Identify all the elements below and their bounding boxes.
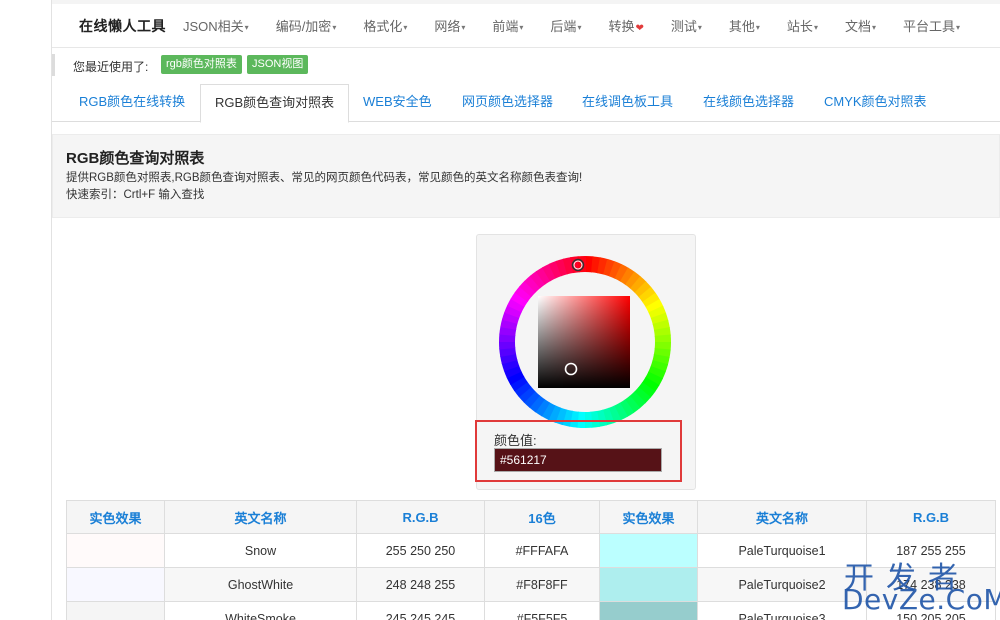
- color-name: Snow: [164, 533, 357, 568]
- caret-down-icon: ▾: [332, 23, 337, 32]
- nav-item-4[interactable]: 前端▾: [492, 16, 523, 35]
- table-header-row: 实色效果 英文名称 R.G.B 16色 实色效果 英文名称 R.G.B: [66, 500, 996, 534]
- caret-down-icon: ▾: [244, 23, 249, 32]
- tab-palette-tool[interactable]: 在线调色板工具: [568, 84, 687, 122]
- nav-item-label: 平台工具: [902, 19, 955, 34]
- watermark-en: DevZe.CoM: [842, 583, 1000, 616]
- nav-item-0[interactable]: JSON相关▾: [183, 16, 249, 35]
- tab-rgb-convert[interactable]: RGB颜色在线转换: [65, 84, 199, 122]
- caret-down-icon: ▾: [755, 23, 760, 32]
- page-description: 提供RGB颜色对照表,RGB颜色查询对照表、常见的网页颜色代码表，常见颜色的英文…: [66, 172, 583, 184]
- tab-web-color-picker[interactable]: 网页颜色选择器: [448, 84, 567, 122]
- color-name: WhiteSmoke: [164, 601, 357, 620]
- nav-item-10[interactable]: 文档▾: [845, 16, 876, 35]
- color-swatch: [66, 567, 165, 602]
- brightness-overlay: [538, 296, 630, 388]
- caret-down-icon: ▾: [461, 23, 466, 32]
- color-swatch-2: [599, 601, 698, 620]
- color-name: GhostWhite: [164, 567, 357, 602]
- hue-segment: [654, 334, 671, 344]
- color-hex: #FFFAFA: [484, 533, 600, 568]
- color-rgb: 255 250 250: [356, 533, 485, 568]
- nav-item-8[interactable]: 其他▾: [729, 16, 760, 35]
- nav-item-5[interactable]: 后端▾: [550, 16, 581, 35]
- color-swatch: [66, 601, 165, 620]
- color-hex: #F8F8FF: [484, 567, 600, 602]
- nav-item-label: 文档: [844, 19, 871, 34]
- info-panel: RGB颜色查询对照表 提供RGB颜色对照表,RGB颜色查询对照表、常见的网页颜色…: [52, 134, 1000, 218]
- nav-item-9[interactable]: 站长▾: [787, 16, 818, 35]
- col-header-name-2: 英文名称: [697, 500, 867, 534]
- color-value-highlight: 颜色值:: [475, 420, 682, 482]
- caret-down-icon: ▾: [577, 23, 582, 32]
- caret-down-icon: ▾: [697, 23, 702, 32]
- recent-used-bar: 您最近使用了: rgb颜色对照表 JSON视图: [52, 52, 1000, 78]
- hue-segment: [499, 340, 516, 350]
- page-title: RGB颜色查询对照表: [66, 150, 205, 167]
- nav-item-label: 前端: [492, 19, 519, 34]
- nav-item-6[interactable]: 转换❤: [608, 16, 643, 35]
- tool-tabs: RGB颜色在线转换 RGB颜色查询对照表 WEB安全色 网页颜色选择器 在线调色…: [52, 84, 1000, 123]
- nav-item-2[interactable]: 格式化▾: [363, 16, 407, 35]
- col-header-rgb: R.G.B: [356, 500, 485, 534]
- nav-item-label: JSON相关: [183, 19, 244, 34]
- nav-item-label: 格式化: [363, 19, 403, 34]
- devze-watermark: 开发者 DevZe.CoM: [842, 553, 1000, 616]
- nav-item-label: 网络: [434, 19, 461, 34]
- col-header-swatch-2: 实色效果: [599, 500, 698, 534]
- nav-menu: JSON相关▾ 编码/加密▾ 格式化▾ 网络▾ 前端▾ 后端▾ 转换❤ 测试▾ 其他▾ 站长▾ 文档…: [183, 16, 987, 35]
- color-value-label: 颜色值:: [494, 433, 537, 448]
- color-swatch-2: [599, 533, 698, 568]
- tab-rgb-table[interactable]: RGB颜色查询对照表: [200, 84, 350, 123]
- site-brand[interactable]: 在线懒人工具: [79, 16, 166, 36]
- tab-web-safe[interactable]: WEB安全色: [349, 84, 446, 122]
- caret-down-icon: ▾: [813, 23, 818, 32]
- color-hex: #F5F5F5: [484, 601, 600, 620]
- nav-item-3[interactable]: 网络▾: [434, 16, 465, 35]
- nav-item-7[interactable]: 测试▾: [671, 16, 702, 35]
- color-swatch: [66, 533, 165, 568]
- nav-item-label: 测试: [670, 19, 697, 34]
- color-rgb: 248 248 255: [356, 567, 485, 602]
- recent-tag-rgb[interactable]: rgb颜色对照表: [161, 55, 242, 74]
- quick-index-hint: 快速索引：Crtl+F 输入查找: [66, 189, 205, 201]
- caret-down-icon: ▾: [519, 23, 524, 32]
- recent-label: 您最近使用了:: [73, 60, 149, 74]
- recent-tag-json[interactable]: JSON视图: [247, 55, 309, 74]
- nav-item-11[interactable]: 平台工具▾: [903, 16, 960, 35]
- color-value-input[interactable]: [494, 448, 662, 472]
- recent-bar-accent: [52, 54, 55, 76]
- caret-down-icon: ▾: [871, 23, 876, 32]
- nav-item-1[interactable]: 编码/加密▾: [276, 16, 337, 35]
- top-navbar: 在线懒人工具 JSON相关▾ 编码/加密▾ 格式化▾ 网络▾ 前端▾ 后端▾ 转换❤ 测试▾ 其…: [52, 0, 1000, 48]
- col-header-name: 英文名称: [164, 500, 357, 534]
- color-rgb: 245 245 245: [356, 601, 485, 620]
- tab-cmyk-table[interactable]: CMYK颜色对照表: [810, 84, 941, 122]
- nav-item-label: 其他: [728, 19, 755, 34]
- tab-online-color-picker[interactable]: 在线颜色选择器: [689, 84, 808, 122]
- nav-item-label: 站长: [786, 19, 813, 34]
- col-header-hex: 16色: [484, 500, 600, 534]
- nav-item-label: 编码/加密: [275, 19, 332, 34]
- caret-down-icon: ▾: [956, 23, 961, 32]
- caret-down-icon: ▾: [403, 23, 408, 32]
- nav-item-label: 后端: [550, 19, 577, 34]
- nav-item-label: 转换: [608, 19, 635, 34]
- hot-pin-icon: ❤: [635, 23, 644, 34]
- color-swatch-2: [599, 567, 698, 602]
- col-header-swatch: 实色效果: [66, 500, 165, 534]
- col-header-rgb-2: R.G.B: [866, 500, 996, 534]
